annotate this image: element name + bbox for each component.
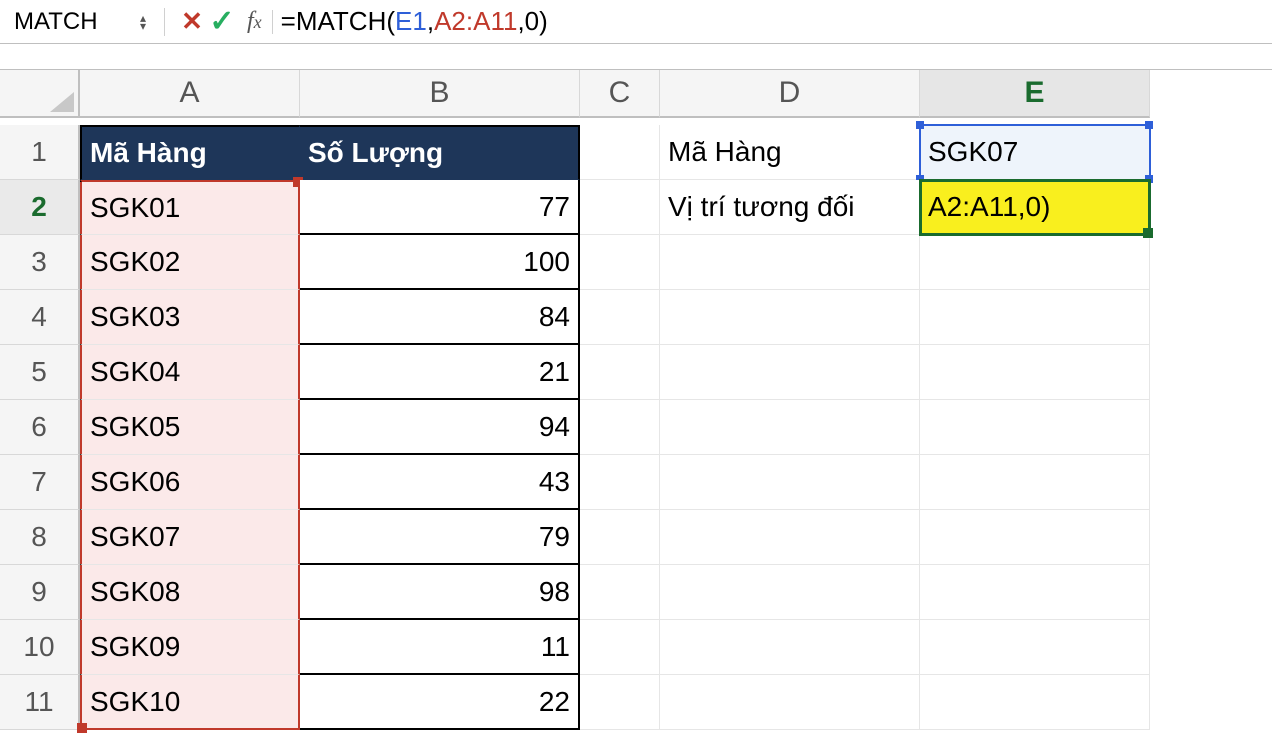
cell-A6[interactable]: SGK05 <box>80 400 300 455</box>
formula-bar: MATCH ▴ ▾ ✕ ✓ fx =MATCH(E1,A2:A11,0) <box>0 0 1272 44</box>
row-header-1[interactable]: 1 <box>0 125 80 180</box>
cell-D2[interactable]: Vị trí tương đối <box>660 180 920 235</box>
name-box-stepper[interactable]: ▴ ▾ <box>140 14 146 30</box>
cell-D6[interactable] <box>660 400 920 455</box>
cell-C2[interactable] <box>580 180 660 235</box>
cell-B2[interactable]: 77 <box>300 180 580 235</box>
cell-E5[interactable] <box>920 345 1150 400</box>
row-header-5[interactable]: 5 <box>0 345 80 400</box>
cell-D1[interactable]: Mã Hàng <box>660 125 920 180</box>
cell-B4[interactable]: 84 <box>300 290 580 345</box>
cell-B11[interactable]: 22 <box>300 675 580 730</box>
cell-A2[interactable]: SGK01 <box>80 180 300 235</box>
cell-E11[interactable] <box>920 675 1150 730</box>
cell-E3[interactable] <box>920 235 1150 290</box>
cell-E6[interactable] <box>920 400 1150 455</box>
range-handle-icon[interactable] <box>916 121 924 129</box>
cell-D7[interactable] <box>660 455 920 510</box>
cell-A10[interactable]: SGK09 <box>80 620 300 675</box>
cell-C4[interactable] <box>580 290 660 345</box>
row-header-4[interactable]: 4 <box>0 290 80 345</box>
cell-A7[interactable]: SGK06 <box>80 455 300 510</box>
row-header-10[interactable]: 10 <box>0 620 80 675</box>
range-handle-icon[interactable] <box>77 723 87 733</box>
col-header-D[interactable]: D <box>660 70 920 118</box>
cell-E8[interactable] <box>920 510 1150 565</box>
spreadsheet-grid[interactable]: A B C D E 1 Mã Hàng Số Lượng Mã Hàng SGK… <box>0 70 1272 730</box>
cell-value: SGK07 <box>928 136 1018 168</box>
cell-D11[interactable] <box>660 675 920 730</box>
cell-editing-value: A2:A11,0) <box>928 191 1050 223</box>
cell-B9[interactable]: 98 <box>300 565 580 620</box>
fx-label[interactable]: fx <box>247 8 262 35</box>
cell-D8[interactable] <box>660 510 920 565</box>
cell-B6[interactable]: 94 <box>300 400 580 455</box>
cell-D3[interactable] <box>660 235 920 290</box>
cell-A9[interactable]: SGK08 <box>80 565 300 620</box>
cell-C8[interactable] <box>580 510 660 565</box>
cell-C10[interactable] <box>580 620 660 675</box>
col-header-C[interactable]: C <box>580 70 660 118</box>
cell-D9[interactable] <box>660 565 920 620</box>
cell-value: SGK10 <box>90 686 180 718</box>
row-header-3[interactable]: 3 <box>0 235 80 290</box>
cell-B5[interactable]: 21 <box>300 345 580 400</box>
cell-A4[interactable]: SGK03 <box>80 290 300 345</box>
row-header-9[interactable]: 9 <box>0 565 80 620</box>
cell-C7[interactable] <box>580 455 660 510</box>
cell-B7[interactable]: 43 <box>300 455 580 510</box>
col-header-B[interactable]: B <box>300 70 580 118</box>
name-box-value: MATCH <box>14 8 98 36</box>
row-header-2[interactable]: 2 <box>0 180 80 235</box>
name-box[interactable]: MATCH ▴ ▾ <box>4 4 152 40</box>
cell-C3[interactable] <box>580 235 660 290</box>
accept-formula-button[interactable]: ✓ <box>207 7 237 37</box>
chevron-down-icon[interactable]: ▾ <box>140 22 146 30</box>
row-header-11[interactable]: 11 <box>0 675 80 730</box>
cell-E4[interactable] <box>920 290 1150 345</box>
cell-A5[interactable]: SGK04 <box>80 345 300 400</box>
cell-E10[interactable] <box>920 620 1150 675</box>
cell-D5[interactable] <box>660 345 920 400</box>
cell-A11[interactable]: SGK10 <box>80 675 300 730</box>
cancel-formula-button[interactable]: ✕ <box>177 7 207 37</box>
cell-E1[interactable]: SGK07 <box>920 125 1150 180</box>
cell-D4[interactable] <box>660 290 920 345</box>
formula-input[interactable]: =MATCH(E1,A2:A11,0) <box>273 4 1266 40</box>
col-header-A[interactable]: A <box>80 70 300 118</box>
cell-B8[interactable]: 79 <box>300 510 580 565</box>
select-all-corner[interactable] <box>0 70 80 118</box>
cell-value: SGK01 <box>90 192 180 224</box>
cell-C6[interactable] <box>580 400 660 455</box>
cell-E2-active[interactable]: A2:A11,0) <box>920 180 1150 235</box>
cell-A1[interactable]: Mã Hàng <box>80 125 300 180</box>
cell-C1[interactable] <box>580 125 660 180</box>
cell-C9[interactable] <box>580 565 660 620</box>
toolbar-gap <box>0 44 1272 70</box>
row-header-8[interactable]: 8 <box>0 510 80 565</box>
cell-C5[interactable] <box>580 345 660 400</box>
cell-E7[interactable] <box>920 455 1150 510</box>
cell-B10[interactable]: 11 <box>300 620 580 675</box>
col-header-E[interactable]: E <box>920 70 1150 118</box>
range-handle-icon[interactable] <box>1145 121 1153 129</box>
cell-B3[interactable]: 100 <box>300 235 580 290</box>
cell-D10[interactable] <box>660 620 920 675</box>
cell-E9[interactable] <box>920 565 1150 620</box>
cell-A3[interactable]: SGK02 <box>80 235 300 290</box>
formula-text: =MATCH(E1,A2:A11,0) <box>281 6 548 37</box>
cell-A8[interactable]: SGK07 <box>80 510 300 565</box>
check-icon: ✓ <box>209 4 234 39</box>
cell-B1[interactable]: Số Lượng <box>300 125 580 180</box>
row-header-6[interactable]: 6 <box>0 400 80 455</box>
row-header-7[interactable]: 7 <box>0 455 80 510</box>
close-icon: ✕ <box>181 6 203 37</box>
separator <box>164 8 165 36</box>
cell-C11[interactable] <box>580 675 660 730</box>
